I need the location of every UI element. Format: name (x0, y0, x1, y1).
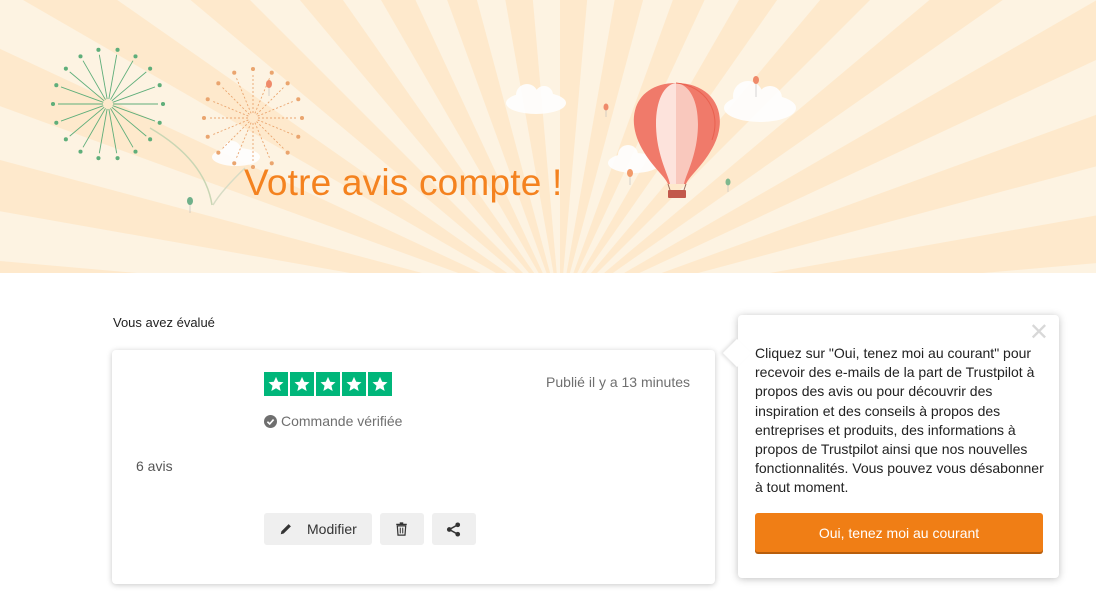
popover-text: Cliquez sur "Oui, tenez moi au courant" … (755, 345, 1044, 496)
delete-button[interactable] (379, 513, 424, 545)
published-time: Publié il y a 13 minutes (546, 374, 690, 390)
star-icon (342, 372, 366, 396)
pencil-icon (280, 522, 293, 535)
star-icon (264, 372, 288, 396)
popover-arrow (722, 338, 752, 368)
review-card: Publié il y a 13 minutes Commande vérifi… (112, 350, 715, 584)
section-label: Vous avez évalué (113, 315, 215, 330)
review-count: 6 avis (136, 458, 173, 474)
hero-banner: Votre avis compte ! (0, 0, 1096, 273)
star-rating (264, 372, 392, 396)
verified-badge: Commande vérifiée (264, 413, 402, 429)
subscribe-button[interactable]: Oui, tenez moi au courant (755, 513, 1043, 552)
share-icon (447, 521, 461, 537)
close-icon[interactable]: ✕ (1029, 321, 1049, 345)
edit-label: Modifier (307, 521, 357, 537)
verified-label: Commande vérifiée (281, 413, 403, 429)
review-actions: Modifier (264, 513, 476, 545)
newsletter-popover: ✕ Cliquez sur "Oui, tenez moi au courant… (722, 315, 1059, 578)
star-icon (290, 372, 314, 396)
star-icon (368, 372, 392, 396)
star-icon (316, 372, 340, 396)
hero-title: Votre avis compte ! (244, 162, 563, 203)
trash-icon (396, 522, 408, 536)
check-circle-icon (264, 414, 277, 428)
hero-illustration (0, 0, 1096, 273)
edit-button[interactable]: Modifier (264, 513, 372, 545)
share-button[interactable] (431, 513, 476, 545)
